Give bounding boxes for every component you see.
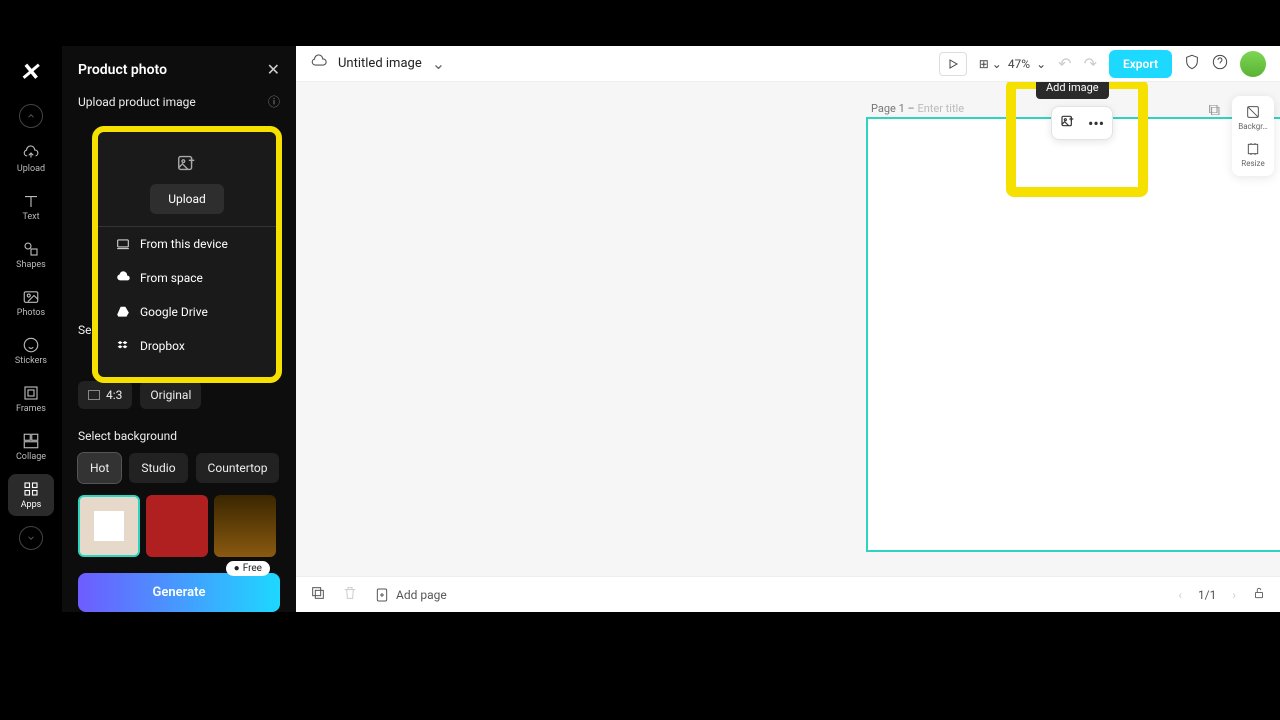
chevron-down-icon[interactable]: ⌄ bbox=[432, 54, 445, 73]
right-dock: Backgr… Resize bbox=[1232, 96, 1274, 176]
canvas-main: Page 1 – Enter title ⧉ ⋯ Add image ••• B… bbox=[296, 82, 1280, 576]
shield-icon[interactable] bbox=[1184, 54, 1200, 74]
left-nav: ✕ Upload Text Shapes Photos Stickers Fra… bbox=[0, 46, 62, 612]
layers-icon[interactable] bbox=[310, 585, 326, 604]
export-button[interactable]: Export bbox=[1109, 50, 1172, 78]
dock-background[interactable]: Backgr… bbox=[1238, 104, 1268, 131]
bg-tab-countertop[interactable]: Countertop bbox=[196, 453, 280, 483]
toolbar-more-icon[interactable]: ••• bbox=[1088, 114, 1104, 133]
close-icon[interactable]: ✕ bbox=[267, 60, 280, 79]
nav-photos[interactable]: Photos bbox=[8, 282, 54, 324]
bottombar: Add page ‹ 1/1 › bbox=[296, 576, 1280, 612]
zoom-control[interactable]: ⊞ ⌄47%⌄ bbox=[979, 57, 1046, 71]
nav-collapse-down[interactable] bbox=[19, 526, 43, 550]
topbar: Untitled image ⌄ ⊞ ⌄47%⌄ ↶ ↷ Export bbox=[296, 46, 1280, 82]
nav-collapse-up[interactable] bbox=[19, 104, 43, 128]
page-title-input[interactable]: Enter title bbox=[917, 102, 964, 115]
nav-frames[interactable]: Frames bbox=[8, 378, 54, 420]
upload-section-label: Upload product image bbox=[78, 95, 196, 109]
nav-shapes[interactable]: Shapes bbox=[8, 234, 54, 276]
play-icon[interactable] bbox=[939, 52, 967, 76]
lock-icon[interactable] bbox=[1252, 586, 1266, 603]
nav-collage[interactable]: Collage bbox=[8, 426, 54, 468]
bg-thumbs bbox=[62, 489, 296, 563]
document-title[interactable]: Untitled image bbox=[338, 56, 422, 71]
prev-page-icon[interactable]: ‹ bbox=[1178, 588, 1182, 602]
logo: ✕ bbox=[18, 58, 43, 86]
help-icon[interactable] bbox=[1212, 54, 1228, 74]
nav-apps[interactable]: Apps bbox=[8, 474, 54, 516]
upload-button[interactable]: Upload bbox=[150, 184, 224, 214]
nav-stickers[interactable]: Stickers bbox=[8, 330, 54, 372]
bg-thumb-2[interactable] bbox=[146, 495, 208, 557]
nav-upload[interactable]: Upload bbox=[8, 138, 54, 180]
trash-icon[interactable] bbox=[342, 585, 358, 604]
bg-tabs: Hot Studio Countertop bbox=[62, 447, 296, 489]
source-space[interactable]: From space bbox=[98, 261, 276, 295]
source-device[interactable]: From this device bbox=[98, 227, 276, 261]
dock-resize[interactable]: Resize bbox=[1241, 141, 1264, 168]
add-page-button[interactable]: Add page bbox=[374, 587, 447, 603]
redo-icon[interactable]: ↷ bbox=[1084, 54, 1097, 73]
generate-button[interactable]: Generate bbox=[78, 573, 280, 612]
ratio-4-3[interactable]: 4:3 bbox=[78, 381, 132, 409]
info-icon[interactable]: ⓘ bbox=[268, 93, 280, 110]
free-badge: ●Free bbox=[226, 561, 270, 576]
bg-tab-studio[interactable]: Studio bbox=[129, 453, 187, 483]
add-image-icon[interactable] bbox=[1060, 113, 1076, 133]
add-image-tooltip: Add image bbox=[1036, 82, 1109, 99]
image-plus-icon bbox=[176, 152, 198, 174]
upload-dropdown: Upload From this device From space Googl… bbox=[92, 126, 282, 383]
source-dropbox[interactable]: Dropbox bbox=[98, 329, 276, 363]
bg-tab-hot[interactable]: Hot bbox=[78, 453, 121, 483]
page-label: Page 1 – Enter title bbox=[871, 102, 964, 115]
bg-thumb-3[interactable] bbox=[214, 495, 276, 557]
ratio-original[interactable]: Original bbox=[140, 381, 201, 409]
panel-title: Product photo bbox=[78, 62, 167, 78]
select-bg-label: Select background bbox=[62, 415, 296, 447]
next-page-icon[interactable]: › bbox=[1232, 588, 1236, 602]
avatar[interactable] bbox=[1240, 51, 1266, 77]
source-gdrive[interactable]: Google Drive bbox=[98, 295, 276, 329]
nav-text[interactable]: Text bbox=[8, 186, 54, 228]
undo-icon[interactable]: ↶ bbox=[1058, 54, 1071, 73]
cloud-icon[interactable] bbox=[310, 53, 328, 75]
page-counter: 1/1 bbox=[1198, 588, 1216, 602]
page-mini-toolbar: ••• bbox=[1051, 106, 1113, 140]
bg-thumb-1[interactable] bbox=[78, 495, 140, 557]
canvas-area: Untitled image ⌄ ⊞ ⌄47%⌄ ↶ ↷ Export Page… bbox=[296, 46, 1280, 612]
